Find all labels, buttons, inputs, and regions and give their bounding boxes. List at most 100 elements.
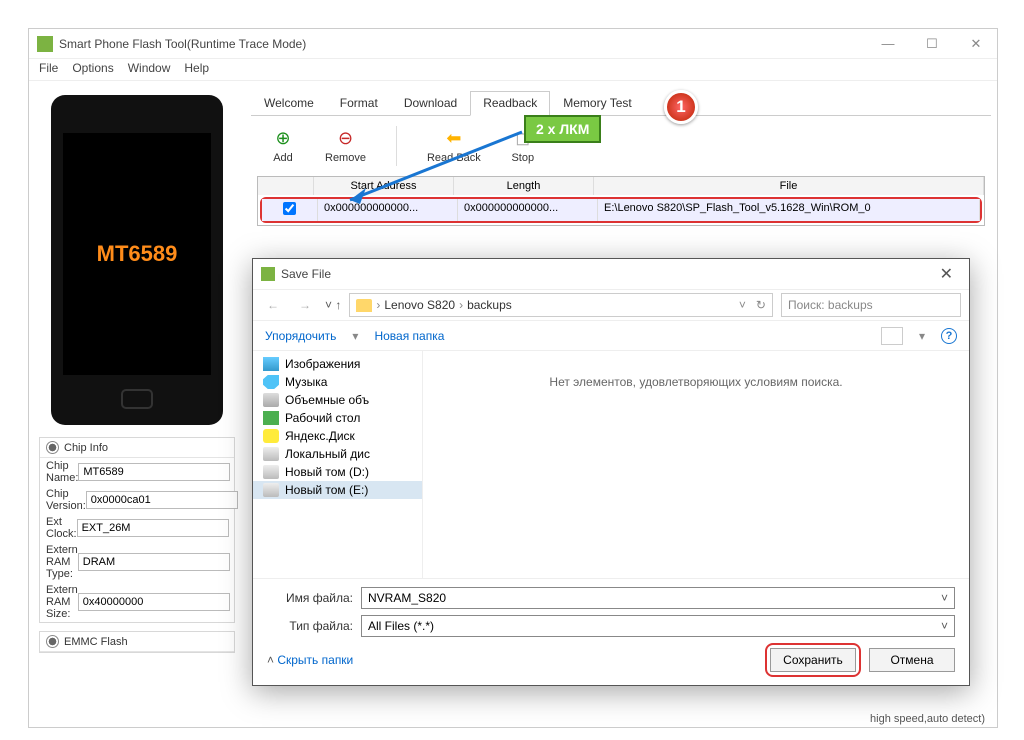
phone-home-button [121,389,153,409]
crumb-0[interactable]: Lenovo S820 [384,298,455,312]
emmc-title: EMMC Flash [64,636,128,648]
crumb-1[interactable]: backups [467,298,512,312]
menu-options[interactable]: Options [72,61,113,78]
save-button[interactable]: Сохранить [770,648,856,672]
cube-icon [263,393,279,407]
desktop-icon [263,411,279,425]
row-addr: 0x000000000000... [318,199,458,221]
filename-input[interactable]: NVRAM_S820˅ [361,587,955,609]
chevron-down-icon[interactable]: ˅ [941,591,948,605]
tab-download[interactable]: Download [391,91,470,115]
highlighted-row: 0x000000000000... 0x000000000000... E:\L… [260,197,982,223]
dialog-toolbar: Упорядочить▾ Новая папка ▾ ? [253,321,969,351]
empty-message: Нет элементов, удовлетворяющих условиям … [549,375,842,389]
ext-clock-label: Ext Clock: [46,516,77,540]
breadcrumb[interactable]: › Lenovo S820 › backups ˅ ↻ [349,293,773,317]
tree-yandex[interactable]: Яндекс.Диск [253,427,422,445]
emmc-panel: EMMC Flash [39,631,235,653]
nav-forward-icon[interactable]: → [293,296,317,314]
chip-info-panel: Chip Info Chip Name: Chip Version: Ext C… [39,437,235,623]
new-folder-button[interactable]: Новая папка [374,329,444,343]
save-file-dialog: Save File ✕ ← → ˅ ↑ › Lenovo S820 › back… [252,258,970,686]
disk-icon [263,465,279,479]
col-len: Length [454,177,594,195]
phone-preview: BM MT6589 [51,95,223,425]
ram-size-label: Extern RAM Size: [46,584,78,620]
add-button[interactable]: ⊕Add [271,126,295,166]
nav-back-icon[interactable]: ← [261,296,285,314]
search-input[interactable]: Поиск: backups [781,293,961,317]
arrow-left-icon: ⬅ [442,126,466,150]
dialog-icon [261,267,275,281]
minus-icon: ⊖ [333,126,357,150]
close-button[interactable]: ✕ [963,36,989,52]
tab-memtest[interactable]: Memory Test [550,91,644,115]
folder-tree: Изображения Музыка Объемные объ Рабочий … [253,351,423,578]
disk-icon [263,447,279,461]
ext-clock-field[interactable] [77,519,229,537]
tree-images[interactable]: Изображения [253,355,422,373]
hide-folders-link[interactable]: Скрыть папки [277,653,353,667]
col-check [258,177,314,195]
tree-local-c[interactable]: Локальный дис [253,445,422,463]
save-button-highlight: Сохранить [765,643,861,677]
organize-button[interactable]: Упорядочить [265,329,336,343]
chip-name-label: Chip Name: [46,460,78,484]
col-file: File [594,177,984,195]
filename-label: Имя файла: [267,591,353,605]
disk-icon [263,483,279,497]
tree-desktop[interactable]: Рабочий стол [253,409,422,427]
tooltip-dblclick: 2 x ЛКМ [524,115,601,143]
row-len: 0x000000000000... [458,199,598,221]
chip-version-field[interactable] [86,491,238,509]
ram-type-field[interactable] [78,553,230,571]
plus-icon: ⊕ [271,126,295,150]
menu-window[interactable]: Window [128,61,171,78]
tab-format[interactable]: Format [327,91,391,115]
dialog-nav: ← → ˅ ↑ › Lenovo S820 › backups ˅ ↻ Поис… [253,289,969,321]
help-icon[interactable]: ? [941,328,957,344]
tab-readback[interactable]: Readback [470,91,550,116]
tree-disk-d[interactable]: Новый том (D:) [253,463,422,481]
folder-icon [356,299,372,312]
chip-label: MT6589 [97,241,178,267]
dialog-titlebar: Save File ✕ [253,259,969,289]
ram-size-field[interactable] [78,593,230,611]
tab-welcome[interactable]: Welcome [251,91,327,115]
dialog-close-button[interactable]: ✕ [932,264,961,284]
col-addr: Start Address [314,177,454,195]
minimize-button[interactable]: — [875,36,901,52]
readback-table: Start Address Length File 0x000000000000… [257,176,985,226]
tree-music[interactable]: Музыка [253,373,422,391]
tree-disk-e[interactable]: Новый том (E:) [253,481,422,499]
tree-3d[interactable]: Объемные объ [253,391,422,409]
tab-bar: Welcome Format Download Readback Memory … [251,91,991,116]
view-icon[interactable] [881,327,903,345]
chip-info-title: Chip Info [64,442,108,454]
chip-version-label: Chip Version: [46,488,86,512]
readback-button[interactable]: ⬅Read Back [427,126,481,166]
row-file: E:\Lenovo S820\SP_Flash_Tool_v5.1628_Win… [598,199,980,221]
dialog-title: Save File [281,267,331,281]
menu-help[interactable]: Help [184,61,209,78]
images-icon [263,357,279,371]
menubar: File Options Window Help [29,59,997,81]
window-title: Smart Phone Flash Tool(Runtime Trace Mod… [59,37,306,51]
filetype-select[interactable]: All Files (*.*)˅ [361,615,955,637]
row-checkbox[interactable] [283,202,296,215]
chevron-down-icon[interactable]: ˅ [941,619,948,633]
cancel-button[interactable]: Отмена [869,648,955,672]
table-row[interactable]: 0x000000000000... 0x000000000000... E:\L… [262,199,980,221]
nav-up-icon[interactable]: ˅ ↑ [325,298,341,312]
separator [396,126,397,166]
maximize-button[interactable]: ☐ [919,36,945,52]
chip-name-field[interactable] [78,463,230,481]
gear-icon [46,441,59,454]
titlebar: Smart Phone Flash Tool(Runtime Trace Mod… [29,29,997,59]
menu-file[interactable]: File [39,61,58,78]
remove-button[interactable]: ⊖Remove [325,126,366,166]
toolbar: ⊕Add ⊖Remove ⬅Read Back ◻Stop [251,116,991,176]
app-icon [37,36,53,52]
statusbar: high speed,auto detect) [870,713,985,725]
filetype-label: Тип файла: [267,619,353,633]
